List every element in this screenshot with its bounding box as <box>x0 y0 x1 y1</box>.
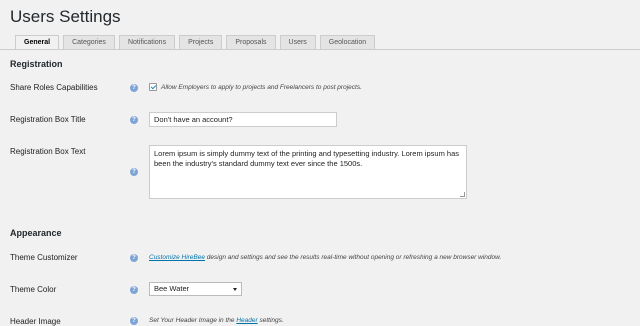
tab-geolocation[interactable]: Geolocation <box>319 35 376 50</box>
theme-color-select[interactable]: Bee Water <box>149 282 242 296</box>
header-settings-link[interactable]: Header <box>236 317 257 324</box>
help-icon[interactable]: ? <box>130 254 138 262</box>
header-image-description-post: settings. <box>257 317 284 324</box>
section-title-appearance: Appearance <box>10 228 62 238</box>
section-title-registration: Registration <box>10 59 63 69</box>
theme-color-value: Bee Water <box>154 284 190 293</box>
theme-color-label: Theme Color <box>10 285 57 294</box>
help-icon[interactable]: ? <box>130 317 138 325</box>
header-image-description-pre: Set Your Header Image in the <box>149 317 237 324</box>
theme-customizer-description: Customize HireBee design and settings an… <box>149 254 501 261</box>
tab-notifications[interactable]: Notifications <box>118 35 176 50</box>
help-icon[interactable]: ? <box>130 286 138 294</box>
header-image-description: Set Your Header Image in the Header sett… <box>149 317 284 324</box>
registration-box-text-textarea[interactable]: Lorem ipsum is simply dummy text of the … <box>149 145 467 199</box>
theme-customizer-label: Theme Customizer <box>10 253 78 262</box>
help-icon[interactable]: ? <box>130 116 138 124</box>
share-roles-checkbox[interactable] <box>149 83 157 91</box>
help-icon[interactable]: ? <box>130 84 138 92</box>
chevron-down-icon <box>233 288 237 291</box>
share-roles-description: Allow Employers to apply to projects and… <box>161 84 362 91</box>
header-image-label: Header Image <box>10 317 61 326</box>
resize-handle-icon[interactable] <box>460 192 465 197</box>
settings-tabs: General Categories Notifications Project… <box>15 35 376 50</box>
tab-general[interactable]: General <box>15 35 60 50</box>
tab-proposals[interactable]: Proposals <box>226 35 276 50</box>
help-icon[interactable]: ? <box>130 168 138 176</box>
tab-projects[interactable]: Projects <box>179 35 223 50</box>
customize-hirebee-link[interactable]: Customize HireBee <box>149 254 205 261</box>
tab-users[interactable]: Users <box>279 35 316 50</box>
share-roles-label: Share Roles Capabilities <box>10 83 98 92</box>
theme-customizer-description-text: design and settings and see the results … <box>205 254 502 261</box>
registration-box-text-value: Lorem ipsum is simply dummy text of the … <box>154 149 459 168</box>
page-title: Users Settings <box>10 7 121 26</box>
tab-divider <box>0 49 640 50</box>
registration-box-title-label: Registration Box Title <box>10 115 86 124</box>
tab-categories[interactable]: Categories <box>63 35 115 50</box>
registration-box-title-input[interactable]: Don't have an account? <box>149 112 337 127</box>
registration-box-text-label: Registration Box Text <box>10 147 86 156</box>
